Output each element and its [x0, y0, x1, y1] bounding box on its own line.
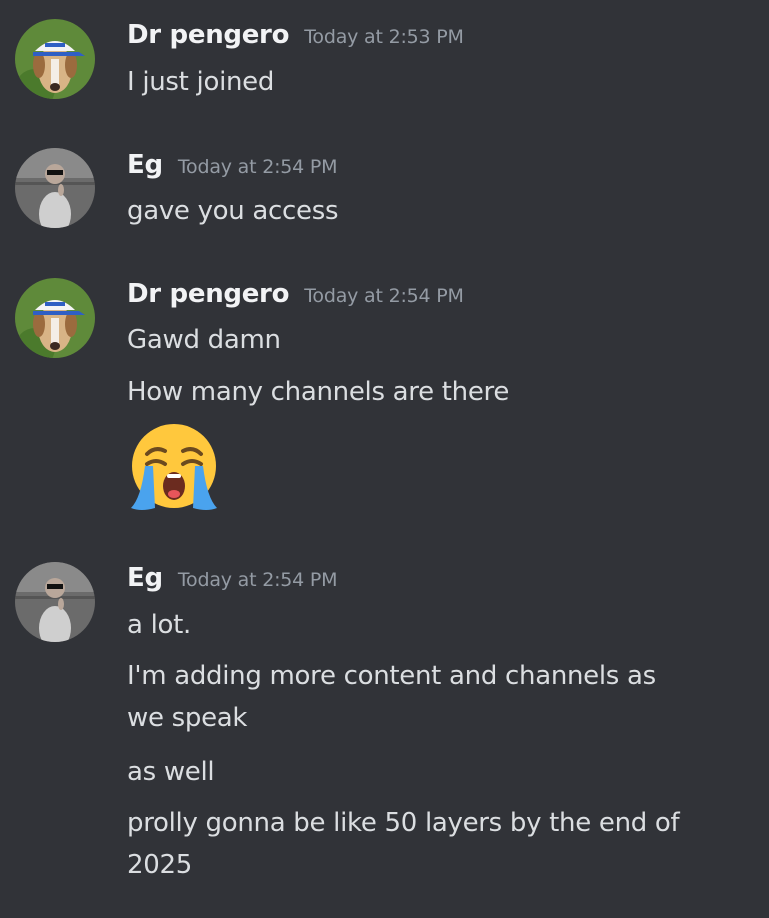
message-text: gave you access	[127, 196, 339, 226]
message-text: a lot.	[127, 610, 191, 640]
message-header: Eg Today at 2:54 PM	[127, 563, 338, 593]
timestamp[interactable]: Today at 2:54 PM	[304, 285, 464, 307]
dog-with-cap-avatar[interactable]	[15, 19, 95, 99]
message-text: I'm adding more content and channels as …	[127, 661, 656, 733]
username[interactable]: Dr pengero	[127, 20, 289, 50]
message-text: as well	[127, 757, 215, 787]
message-text: prolly gonna be like 50 layers by the en…	[127, 808, 680, 880]
message-text: How many channels are there	[127, 377, 510, 407]
child-photo-avatar[interactable]	[15, 148, 95, 228]
timestamp[interactable]: Today at 2:53 PM	[304, 26, 464, 48]
message-text: I just joined	[127, 67, 275, 97]
username[interactable]: Eg	[127, 150, 163, 180]
username[interactable]: Dr pengero	[127, 279, 289, 309]
message-text: Gawd damn	[127, 325, 281, 355]
username[interactable]: Eg	[127, 563, 163, 593]
message-header: Dr pengero Today at 2:54 PM	[127, 279, 464, 309]
message-header: Eg Today at 2:54 PM	[127, 150, 338, 180]
dog-with-cap-avatar[interactable]	[15, 278, 95, 358]
timestamp[interactable]: Today at 2:54 PM	[178, 569, 338, 591]
child-photo-avatar[interactable]	[15, 562, 95, 642]
loudly-crying-face-emoji[interactable]	[125, 420, 223, 518]
message-header: Dr pengero Today at 2:53 PM	[127, 20, 464, 50]
timestamp[interactable]: Today at 2:54 PM	[178, 156, 338, 178]
